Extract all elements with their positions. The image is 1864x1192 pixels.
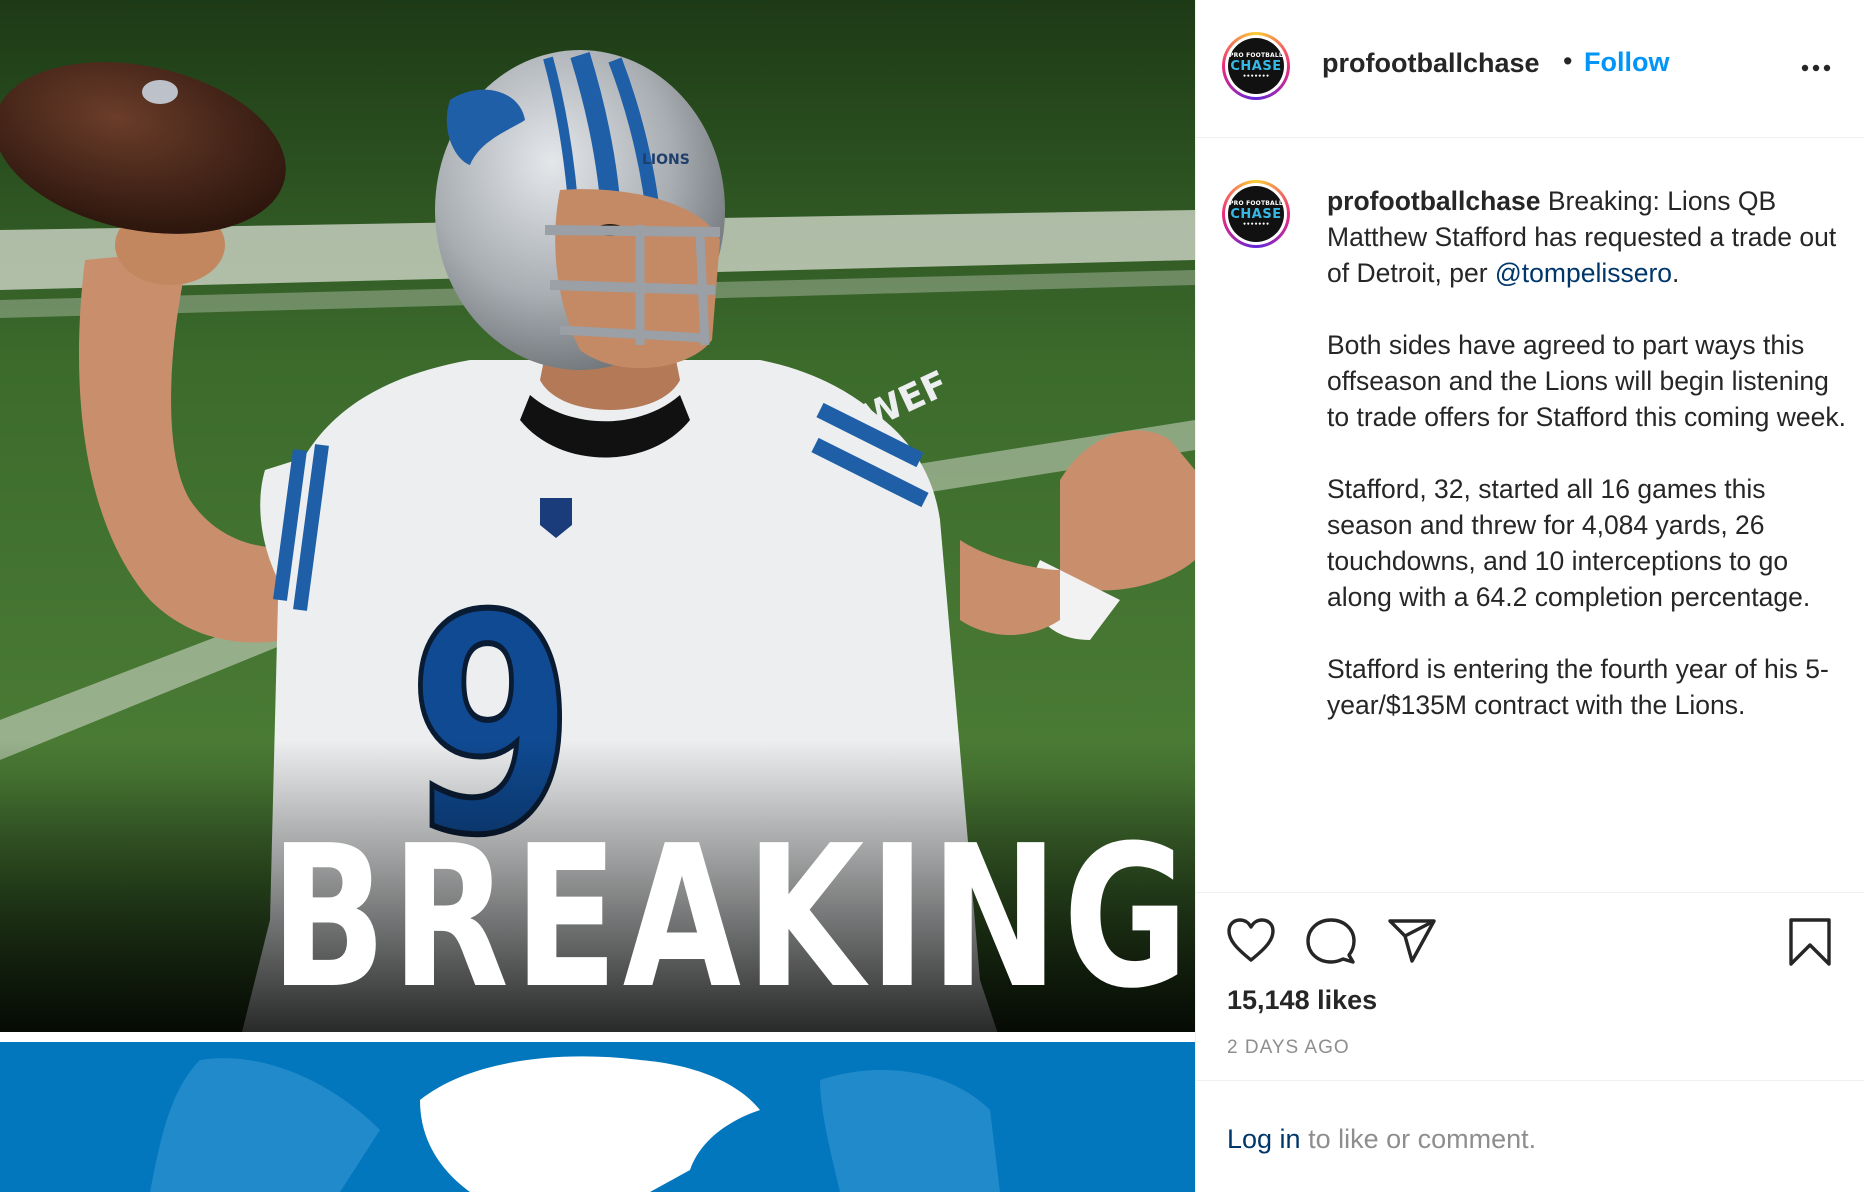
follow-button[interactable]: Follow	[1584, 47, 1669, 78]
avatar-logo: PRO FOOTBALL CHASE •••••••	[1228, 38, 1284, 94]
header-username[interactable]: profootballchase	[1322, 48, 1540, 79]
caption-mention-link[interactable]: @tompelissero	[1495, 258, 1672, 288]
avatar-line1: PRO FOOTBALL	[1229, 199, 1283, 207]
avatar-logo: PRO FOOTBALL CHASE •••••••	[1228, 186, 1284, 242]
avatar-line3: •••••••	[1242, 220, 1270, 228]
caption-text-2: . Both sides have agreed to part ways th…	[1327, 258, 1846, 720]
breaking-overlay-text: BREAKING	[270, 804, 1194, 1032]
paper-plane-icon[interactable]	[1387, 918, 1437, 964]
separator-dot: •	[1563, 46, 1573, 76]
heart-icon[interactable]	[1226, 917, 1276, 963]
bookmark-icon[interactable]	[1788, 917, 1832, 967]
likes-count[interactable]: 15,148 likes	[1227, 985, 1377, 1016]
avatar-line1: PRO FOOTBALL	[1229, 51, 1283, 59]
login-link[interactable]: Log in	[1227, 1124, 1301, 1154]
post-timestamp[interactable]: 2 DAYS AGO	[1227, 1037, 1350, 1059]
post-image[interactable]: WEF 9 LIONS BREAKING	[0, 0, 1195, 1192]
login-prompt-text: to like or comment.	[1300, 1124, 1537, 1154]
divider	[1196, 1080, 1864, 1081]
avatar-line2: CHASE	[1230, 206, 1282, 222]
post-caption: profootballchase Breaking: Lions QB Matt…	[1327, 183, 1847, 723]
caption-username[interactable]: profootballchase	[1327, 186, 1541, 216]
header-avatar[interactable]: PRO FOOTBALL CHASE •••••••	[1222, 32, 1290, 100]
more-options-icon[interactable]	[1800, 58, 1832, 78]
helmet-text: LIONS	[642, 152, 690, 168]
login-prompt: Log in to like or comment.	[1227, 1124, 1536, 1155]
avatar-line2: CHASE	[1230, 58, 1282, 74]
comment-icon[interactable]	[1306, 917, 1356, 965]
caption-avatar[interactable]: PRO FOOTBALL CHASE •••••••	[1222, 180, 1290, 248]
avatar-line3: •••••••	[1242, 72, 1270, 80]
